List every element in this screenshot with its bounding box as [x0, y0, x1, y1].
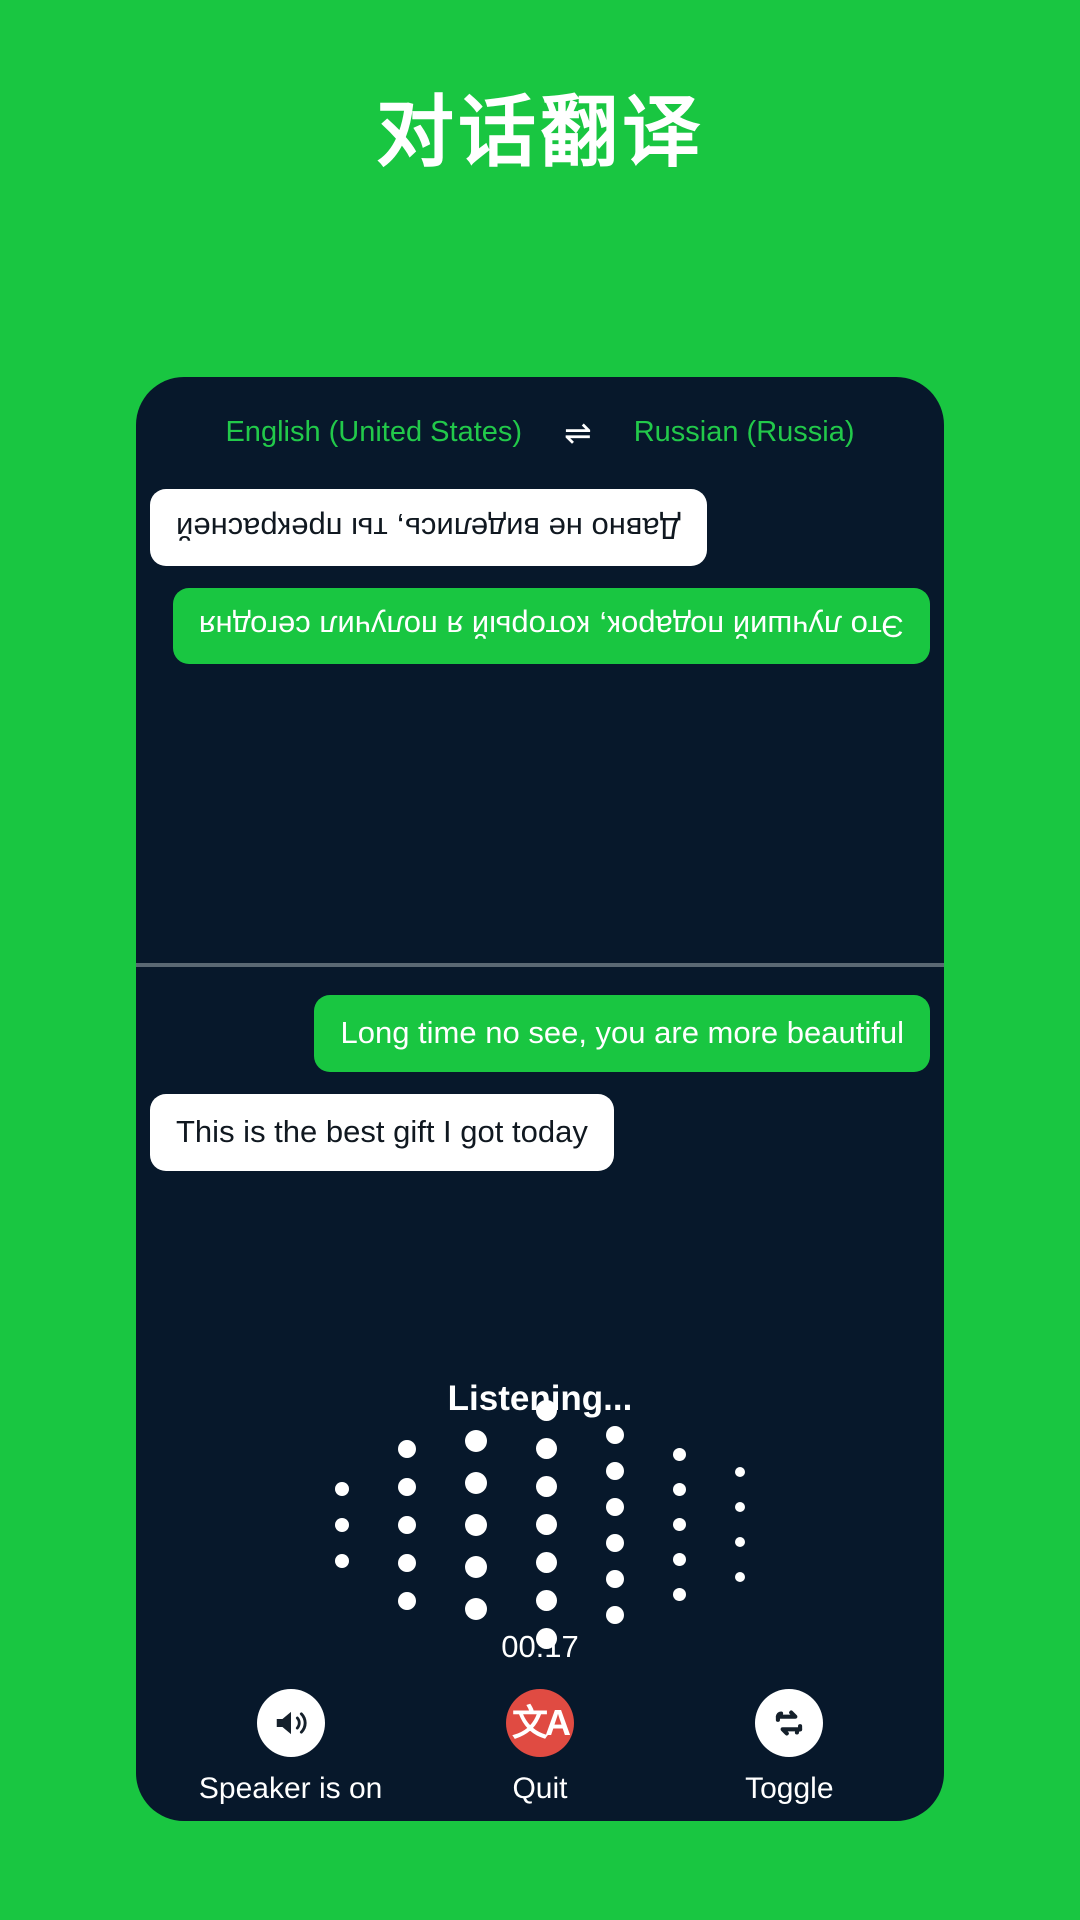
waveform-column — [536, 1400, 557, 1649]
remote-conversation-pane: Это лучший подарок, который я получил се… — [136, 467, 944, 961]
control-quit[interactable]: 文A Quit — [430, 1689, 650, 1806]
pane-divider — [136, 963, 944, 967]
waveform-dot — [735, 1537, 745, 1547]
waveform-column — [673, 1448, 686, 1601]
swap-horizontal-icon[interactable]: ⇌ — [564, 416, 592, 449]
waveform-dot — [398, 1553, 416, 1572]
repeat-swap-icon[interactable] — [755, 1689, 824, 1757]
waveform-dot — [735, 1502, 745, 1512]
waveform-dot — [536, 1400, 557, 1421]
source-language-selector[interactable]: English (United States) — [225, 416, 522, 449]
waveform-dot — [465, 1471, 487, 1494]
waveform-dot — [465, 1597, 487, 1620]
waveform-dot — [465, 1429, 487, 1452]
waveform-column — [335, 1481, 349, 1568]
speaker-on-icon[interactable] — [256, 1689, 325, 1757]
waveform-column — [398, 1439, 416, 1610]
control-toggle[interactable]: Toggle — [679, 1689, 899, 1806]
translate-glyph: 文A — [511, 1702, 571, 1743]
waveform-column — [735, 1467, 745, 1582]
waveform-dot — [536, 1514, 557, 1535]
translate-icon[interactable]: 文A — [505, 1689, 574, 1757]
message-bubble[interactable]: This is the best gift I got today — [150, 1093, 614, 1171]
waveform-dot — [673, 1518, 686, 1531]
waveform-dot — [735, 1572, 745, 1582]
language-bar: English (United States) ⇌ Russian (Russi… — [136, 416, 944, 449]
waveform-dot — [606, 1497, 624, 1516]
waveform-dot — [673, 1553, 686, 1566]
message-bubble[interactable]: Давно не виделись, ты прекрасней — [150, 489, 707, 566]
waveform-dot — [465, 1513, 487, 1536]
waveform-dot — [735, 1467, 745, 1477]
waveform-dot — [335, 1517, 349, 1532]
waveform-dot — [606, 1533, 624, 1552]
local-conversation-pane: Long time no see, you are more beautiful… — [136, 977, 944, 1193]
waveform-column — [606, 1425, 624, 1624]
message-bubble[interactable]: Это лучший подарок, который я получил се… — [172, 587, 930, 665]
control-bar: Speaker is on 文A Quit Toggle — [136, 1689, 944, 1806]
control-label: Speaker is on — [198, 1772, 383, 1805]
message-bubble[interactable]: Long time no see, you are more beautiful — [314, 995, 930, 1072]
waveform-dot — [536, 1476, 557, 1497]
waveform-dot — [536, 1552, 557, 1573]
waveform-dot — [536, 1590, 557, 1611]
waveform-dot — [606, 1605, 624, 1624]
waveform-dot — [673, 1483, 686, 1496]
waveform-dot — [606, 1425, 624, 1444]
waveform-dot — [335, 1553, 349, 1568]
waveform-dot — [673, 1588, 686, 1601]
waveform-dot — [398, 1477, 416, 1496]
waveform-dot — [606, 1461, 624, 1480]
recording-timer: 00:17 — [501, 1629, 579, 1664]
waveform-dot — [673, 1448, 686, 1461]
waveform-column — [465, 1429, 487, 1620]
phone-preview-card: English (United States) ⇌ Russian (Russi… — [136, 377, 944, 1821]
control-label: Toggle — [745, 1772, 834, 1805]
control-label: Quit — [512, 1772, 568, 1805]
waveform-dot — [398, 1591, 416, 1610]
audio-waveform-dots — [136, 1400, 944, 1649]
waveform-dot — [335, 1481, 349, 1496]
waveform-dot — [398, 1439, 416, 1458]
waveform-dot — [398, 1515, 416, 1534]
waveform-dot — [536, 1438, 557, 1459]
control-speaker-is-on[interactable]: Speaker is on — [181, 1689, 401, 1806]
waveform-dot — [606, 1569, 624, 1588]
page-title: 对话翻译 — [375, 88, 704, 176]
target-language-selector[interactable]: Russian (Russia) — [634, 416, 855, 449]
waveform-dot — [465, 1555, 487, 1578]
